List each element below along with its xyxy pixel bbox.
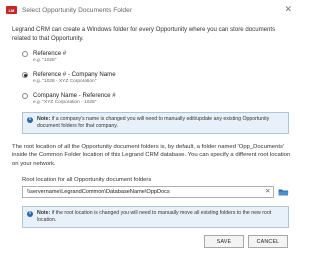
option-reference-company-example: e.g. "1028 - XYZ Corporation" bbox=[33, 78, 97, 84]
radio-company-reference[interactable] bbox=[22, 93, 28, 99]
info-icon: i bbox=[27, 210, 33, 217]
company-name-note-text: Note: if a company's name is changed you… bbox=[37, 116, 284, 130]
root-location-note-text: Note: if the root location is changed yo… bbox=[37, 210, 284, 224]
browse-folder-icon[interactable] bbox=[278, 188, 289, 196]
root-description: The root location of all the Opportunity… bbox=[12, 144, 291, 167]
note-bold-label: Note: bbox=[37, 210, 51, 216]
title-bar: LM Select Opportunity Documents Folder ✕ bbox=[0, 0, 300, 20]
save-button[interactable]: SAVE bbox=[204, 235, 244, 248]
clear-input-icon[interactable]: ✕ bbox=[265, 188, 270, 196]
option-reference-label: Reference # bbox=[33, 50, 67, 57]
option-reference-company[interactable]: Reference # - Company Name e.g. "1028 - … bbox=[22, 71, 116, 85]
intro-text: Legrand CRM can create a Windows folder … bbox=[12, 26, 276, 42]
company-name-note: i Note: if a company's name is changed y… bbox=[22, 112, 289, 135]
cancel-button[interactable]: CANCEL bbox=[248, 235, 288, 248]
option-company-reference[interactable]: Company Name - Reference # e.g. "XYZ Cor… bbox=[22, 92, 116, 106]
note-body: if the root location is changed you will… bbox=[37, 210, 272, 224]
note-bold-label: Note: bbox=[37, 116, 51, 122]
option-company-reference-label: Company Name - Reference # bbox=[33, 92, 116, 99]
option-reference-company-label: Reference # - Company Name bbox=[33, 71, 116, 78]
window-title: Select Opportunity Documents Folder bbox=[22, 6, 132, 14]
root-location-note: i Note: if the root location is changed … bbox=[22, 206, 289, 229]
option-reference-example: e.g. "1028" bbox=[33, 57, 57, 63]
note-body: if a company's name is changed you will … bbox=[37, 116, 270, 130]
radio-reference-company[interactable] bbox=[22, 72, 28, 78]
root-location-input[interactable] bbox=[22, 186, 274, 198]
option-reference[interactable]: Reference # e.g. "1028" bbox=[22, 50, 66, 64]
app-logo-icon: LM bbox=[6, 6, 17, 14]
info-icon: i bbox=[27, 116, 33, 123]
root-location-label: Root location for all Opportunity docume… bbox=[22, 177, 152, 183]
close-icon[interactable]: ✕ bbox=[284, 4, 292, 14]
option-company-reference-example: e.g. "XYZ Corporation - 1028" bbox=[33, 99, 97, 105]
radio-reference[interactable] bbox=[22, 51, 28, 57]
